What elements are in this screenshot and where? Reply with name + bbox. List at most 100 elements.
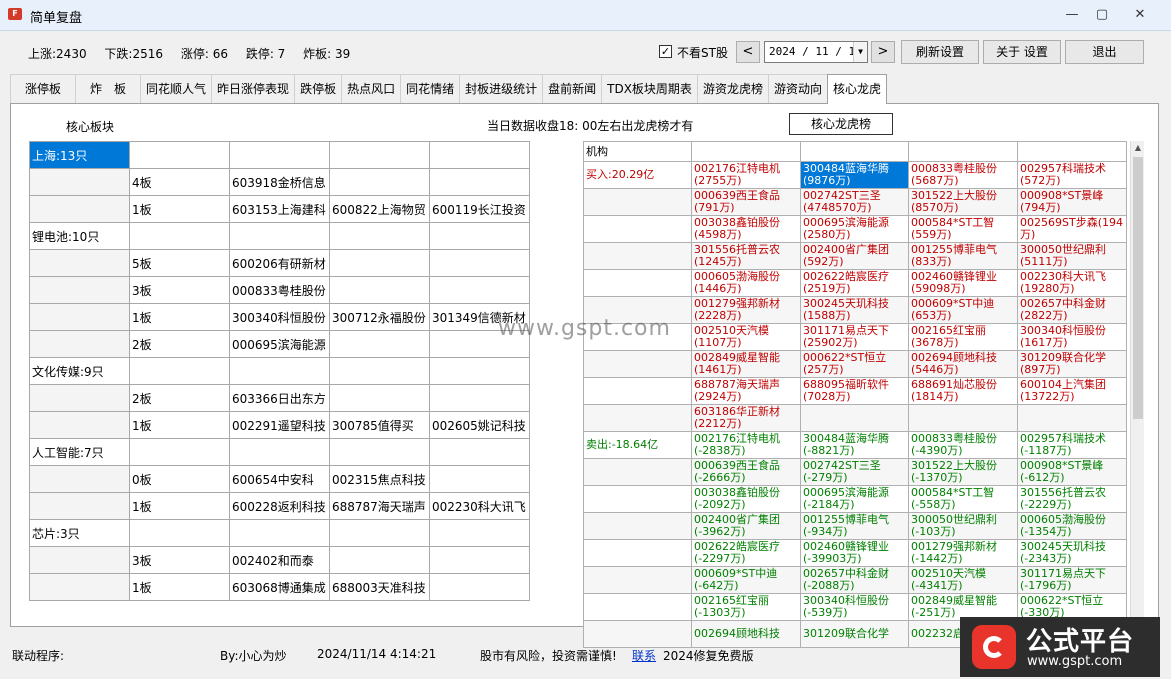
stock-cell[interactable] [429,141,530,169]
sector-name-cell[interactable]: 文化传媒:9只 [29,357,130,385]
dragon-stock-cell[interactable]: 000908*ST景峰(-612万) [1017,458,1127,486]
dragon-row[interactable]: 买入:20.29亿 002176江特电机(2755万) 300484蓝海华腾(987… [583,161,1127,189]
dragon-row[interactable]: 002849威星智能(1461万) 000622*ST恒立(257万) 002694… [583,350,1127,378]
dragon-stock-cell[interactable]: 600104上汽集团(13722万) [1017,377,1127,405]
tab-item[interactable]: 昨日涨停表现 [211,74,296,103]
stock-cell[interactable] [329,519,430,547]
dragon-stock-cell[interactable]: 000605渤海股份(-1354万) [1017,512,1127,540]
next-date-button[interactable]: > [871,41,895,63]
stock-cell[interactable]: 603153上海建科 [229,195,330,223]
dragon-stock-cell[interactable]: 300484蓝海华腾(-8821万) [800,431,909,459]
contact-link[interactable]: 联系 [632,647,656,664]
sector-row[interactable]: 3板 000833粤桂股份 [29,276,530,304]
dragon-stock-cell[interactable]: 301171易点天下(25902万) [800,323,909,351]
sector-row[interactable]: 5板 600206有研新材 [29,249,530,277]
prev-date-button[interactable]: < [736,41,760,63]
maximize-button[interactable]: ▢ [1086,4,1118,26]
dragon-stock-cell[interactable] [800,404,909,432]
chevron-down-icon[interactable]: ▼ [853,42,867,62]
stock-cell[interactable]: 600119长江投资 [429,195,530,223]
stock-cell[interactable] [329,384,430,412]
stock-cell[interactable] [429,168,530,196]
dragon-stock-cell[interactable]: 002957科瑞技术(-1187万) [1017,431,1127,459]
sector-name-cell[interactable] [29,384,130,412]
dragon-stock-cell[interactable]: 001255博菲电气(-934万) [800,512,909,540]
dragon-stock-cell[interactable]: 002657中科金财(2822万) [1017,296,1127,324]
sector-row[interactable]: 1板 603068博通集成 688003天准科技 [29,573,530,601]
dragon-stock-cell[interactable]: 000605渤海股份(1446万) [691,269,801,297]
dragon-row[interactable]: 卖出:-18.64亿 002176江特电机(-2838万) 300484蓝海华腾(-… [583,431,1127,459]
tab-item[interactable]: TDX板块周期表 [601,74,698,103]
dragon-stock-cell[interactable]: 300484蓝海华腾(9876万) [800,161,909,189]
dragon-stock-cell[interactable]: 002165红宝丽(3678万) [908,323,1018,351]
stock-cell[interactable]: 002230科大讯飞 [429,492,530,520]
dragon-stock-cell[interactable]: 002622皓宸医疗(-2297万) [691,539,801,567]
stock-cell[interactable] [429,546,530,574]
stock-cell[interactable] [229,357,330,385]
dragon-stock-cell[interactable]: 000695滨海能源(-2184万) [800,485,909,513]
stock-cell[interactable]: 688003天准科技 [329,573,430,601]
dragon-stock-cell[interactable]: 002230科大讯飞(19280万) [1017,269,1127,297]
sector-row[interactable]: 芯片:3只 [29,519,530,547]
dragon-stock-cell[interactable]: 001279强邦新材(-1442万) [908,539,1018,567]
dragon-stock-cell[interactable]: 301556托普云农(-2229万) [1017,485,1127,513]
stock-cell[interactable] [429,357,530,385]
dragon-stock-cell[interactable] [1017,404,1127,432]
sector-name-cell[interactable]: 人工智能:7只 [29,438,130,466]
stock-cell[interactable] [329,330,430,358]
stock-cell[interactable]: 300712永福股份 [329,303,430,331]
sector-name-cell[interactable] [29,195,130,223]
tab-item[interactable]: 同花情绪 [400,74,461,103]
dragon-stock-cell[interactable]: 000609*ST中迪(653万) [908,296,1018,324]
dragon-row[interactable]: 603186华正新材(2212万) [583,404,1127,432]
tab-item[interactable]: 盘前新闻 [542,74,603,103]
stock-cell[interactable] [429,519,530,547]
stock-cell[interactable] [229,222,330,250]
sector-name-cell[interactable] [29,330,130,358]
refresh-settings-button[interactable]: 刷新设置 [901,40,979,64]
dragon-stock-cell[interactable]: 300050世纪鼎利(-103万) [908,512,1018,540]
stock-cell[interactable] [329,222,430,250]
dragon-stock-cell[interactable]: 002569ST步森(194万) [1017,215,1127,243]
dragon-row[interactable]: 003038鑫铂股份(-2092万) 000695滨海能源(-2184万) 0005… [583,485,1127,513]
sector-name-cell[interactable] [29,492,130,520]
dragon-stock-cell[interactable]: 001255博菲电气(833万) [908,242,1018,270]
dragon-stock-cell[interactable]: 002176江特电机(2755万) [691,161,801,189]
tab-item[interactable]: 封板进级统计 [459,74,544,103]
dragon-stock-cell[interactable]: 301171易点天下(-1796万) [1017,566,1127,594]
board-level-cell[interactable] [129,141,230,169]
sector-name-cell[interactable] [29,465,130,493]
stock-cell[interactable] [429,249,530,277]
dragon-stock-cell[interactable]: 000584*ST工智(559万) [908,215,1018,243]
sector-row[interactable]: 1板 600228返利科技 688787海天瑞声 002230科大讯飞 [29,492,530,520]
minimize-button[interactable]: — [1056,4,1088,26]
sector-name-cell[interactable] [29,303,130,331]
tab-item[interactable]: 同花顺人气 [140,74,213,103]
tab-item[interactable]: 游资动向 [767,74,828,103]
stock-cell[interactable]: 000833粤桂股份 [229,276,330,304]
tab-item[interactable]: 跌停板 [294,74,343,103]
sector-name-cell[interactable] [29,249,130,277]
sector-row[interactable]: 1板 002291遥望科技 300785值得买 002605姚记科技 [29,411,530,439]
sector-name-cell[interactable]: 芯片:3只 [29,519,130,547]
board-level-cell[interactable]: 2板 [129,384,230,412]
dragon-stock-cell[interactable]: 002657中科金财(-2088万) [800,566,909,594]
dragon-stock-cell[interactable]: 603186华正新材(2212万) [691,404,801,432]
stock-cell[interactable] [429,384,530,412]
sector-row[interactable]: 2板 000695滨海能源 [29,330,530,358]
dragon-stock-cell[interactable]: 002400省广集团(-3962万) [691,512,801,540]
dragon-row[interactable]: 000605渤海股份(1446万) 002622皓宸医疗(2519万) 002460… [583,269,1127,297]
dragon-stock-cell[interactable]: 000639西王食品(791万) [691,188,801,216]
dragon-stock-cell[interactable]: 002957科瑞技术(572万) [1017,161,1127,189]
dragon-stock-cell[interactable]: 301522上大股份(8570万) [908,188,1018,216]
dragon-stock-cell[interactable]: 002622皓宸医疗(2519万) [800,269,909,297]
dragon-stock-cell[interactable]: 002849威星智能(1461万) [691,350,801,378]
stock-cell[interactable]: 002291遥望科技 [229,411,330,439]
dragon-stock-cell[interactable]: 688787海天瑞声(2924万) [691,377,801,405]
board-level-cell[interactable]: 3板 [129,546,230,574]
stock-cell[interactable]: 600206有研新材 [229,249,330,277]
board-level-cell[interactable]: 3板 [129,276,230,304]
sector-row[interactable]: 1板 300340科恒股份 300712永福股份 301349信德新材 [29,303,530,331]
tab-item[interactable]: 热点风口 [341,74,402,103]
stock-cell[interactable]: 688787海天瑞声 [329,492,430,520]
